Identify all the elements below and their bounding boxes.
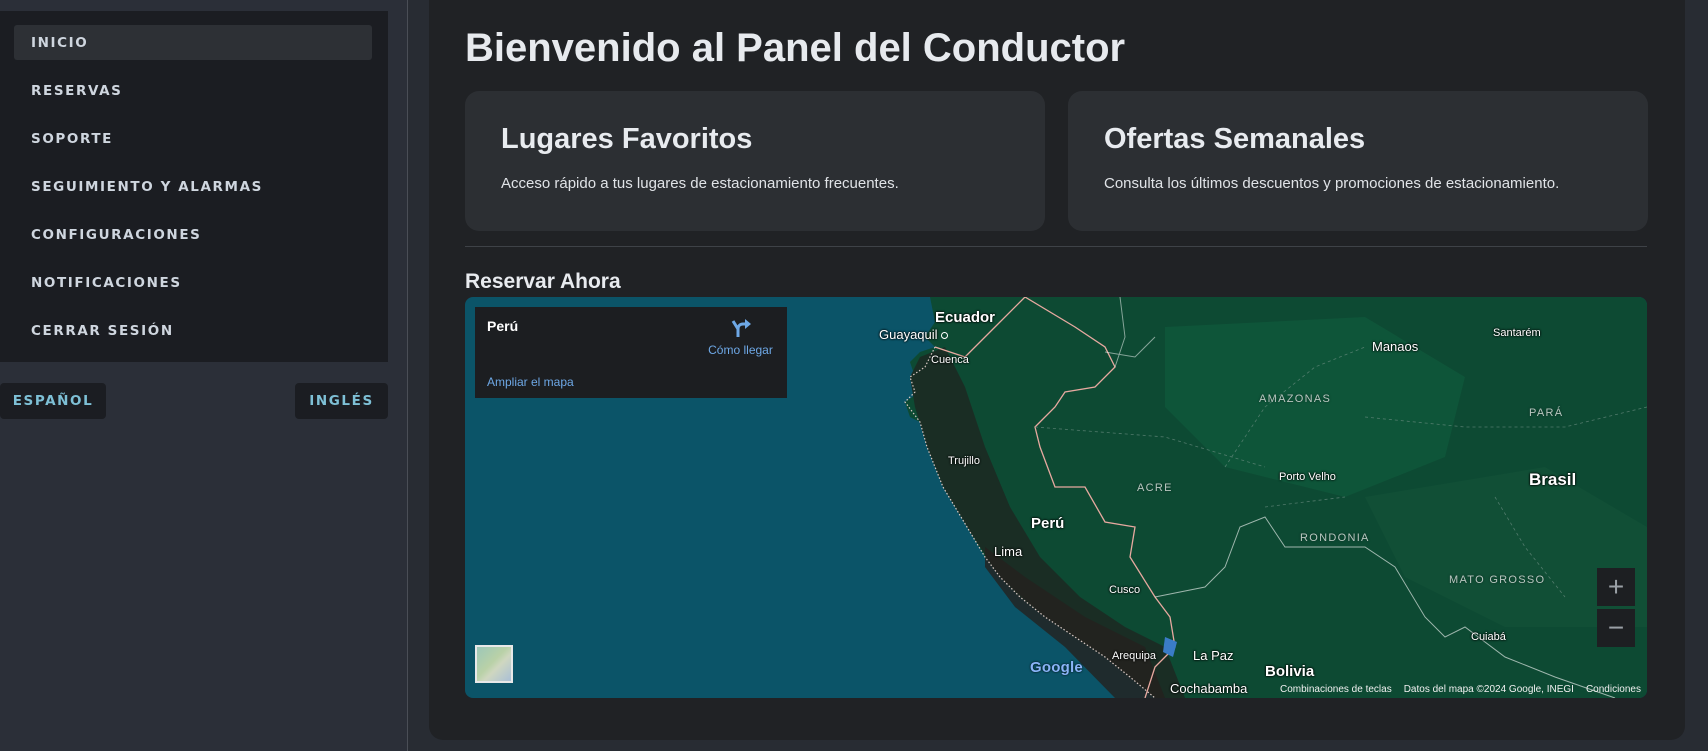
nav-item-soporte[interactable]: SOPORTE (14, 121, 372, 156)
nav-item-cerrar-sesion[interactable]: CERRAR SESIÓN (14, 313, 372, 348)
map-label-amazonas: AMAZONAS (1259, 393, 1332, 405)
keyboard-shortcuts-link[interactable]: Combinaciones de teclas (1280, 684, 1392, 695)
zoom-out-button[interactable]: − (1597, 609, 1635, 647)
map-label-cuiaba: Cuiabá (1471, 631, 1506, 643)
map-info-box: Perú Cómo llegar Ampliar el mapa (475, 307, 787, 398)
map-label-trujillo: Trujillo (948, 455, 980, 467)
card-text: Acceso rápido a tus lugares de estaciona… (501, 175, 899, 192)
nav-item-configuraciones[interactable]: CONFIGURACIONES (14, 217, 372, 252)
enlarge-map-link[interactable]: Ampliar el mapa (487, 375, 574, 389)
nav-item-label: RESERVAS (31, 82, 123, 99)
map[interactable]: Ecuador Guayaquil Cuenca Trujillo Perú L… (465, 297, 1647, 698)
nav-item-label: NOTIFICACIONES (31, 274, 182, 291)
map-label-cochabamba: Cochabamba (1170, 681, 1248, 696)
section-title: Reservar Ahora (465, 270, 621, 293)
map-label-cusco: Cusco (1109, 584, 1141, 596)
map-label-guayaquil: Guayaquil (879, 327, 948, 342)
nav-item-label: SOPORTE (31, 130, 113, 147)
map-label-bolivia: Bolivia (1265, 663, 1315, 680)
map-label-rondonia: RONDONIA (1300, 532, 1370, 544)
nav-item-label: SEGUIMIENTO Y ALARMAS (31, 178, 263, 195)
city-dot (940, 332, 948, 340)
map-label-mato-grosso: MATO GROSSO (1449, 574, 1546, 586)
map-attribution: Combinaciones de teclas Datos del mapa ©… (1274, 681, 1647, 698)
language-spanish-button[interactable]: ESPAÑOL (0, 383, 106, 419)
satellite-layer-icon[interactable] (475, 645, 513, 683)
directions-label: Cómo llegar (708, 343, 773, 357)
favorites-card[interactable]: Lugares Favoritos Acceso rápido a tus lu… (465, 91, 1045, 231)
card-title: Ofertas Semanales (1104, 123, 1366, 155)
page-title: Bienvenido al Panel del Conductor (465, 26, 1126, 70)
nav-item-inicio[interactable]: INICIO (14, 25, 372, 60)
card-title: Lugares Favoritos (501, 123, 753, 155)
nav-item-notificaciones[interactable]: NOTIFICACIONES (14, 265, 372, 300)
google-logo: Google (1030, 659, 1083, 676)
offers-card[interactable]: Ofertas Semanales Consulta los últimos d… (1068, 91, 1648, 231)
nav-item-label: INICIO (31, 34, 89, 51)
nav-panel: INICIO RESERVAS SOPORTE SEGUIMIENTO Y AL… (0, 11, 388, 362)
card-text: Consulta los últimos descuentos y promoc… (1104, 175, 1560, 192)
map-label-peru: Perú (1031, 515, 1065, 532)
nav-item-reservas[interactable]: RESERVAS (14, 73, 372, 108)
language-english-button[interactable]: INGLÉS (295, 383, 388, 419)
directions-button[interactable]: Cómo llegar (703, 317, 778, 357)
map-label-santarem: Santarém (1493, 327, 1541, 339)
nav-item-label: CERRAR SESIÓN (31, 322, 174, 339)
map-label-lima: Lima (994, 544, 1023, 559)
map-label-acre: ACRE (1137, 482, 1173, 494)
divider (465, 246, 1647, 247)
map-label-arequipa: Arequipa (1112, 650, 1157, 662)
map-label-cuenca: Cuenca (931, 354, 969, 366)
terms-link[interactable]: Condiciones (1586, 684, 1641, 695)
map-label-brasil: Brasil (1529, 470, 1577, 489)
directions-icon (731, 319, 751, 337)
map-label-para: PARÁ (1529, 407, 1564, 419)
place-name: Perú (487, 318, 519, 334)
map-label-porto-velho: Porto Velho (1279, 471, 1336, 483)
map-data-attribution: Datos del mapa ©2024 Google, INEGI (1403, 684, 1574, 695)
sidebar: INICIO RESERVAS SOPORTE SEGUIMIENTO Y AL… (0, 0, 408, 751)
map-label-text: Guayaquil (879, 327, 938, 342)
map-label-la-paz: La Paz (1193, 648, 1234, 663)
nav-item-seguimiento[interactable]: SEGUIMIENTO Y ALARMAS (14, 169, 372, 204)
map-label-ecuador: Ecuador (935, 309, 996, 326)
nav-item-label: CONFIGURACIONES (31, 226, 202, 243)
map-label-manaos: Manaos (1372, 339, 1419, 354)
zoom-in-button[interactable]: + (1597, 568, 1635, 606)
